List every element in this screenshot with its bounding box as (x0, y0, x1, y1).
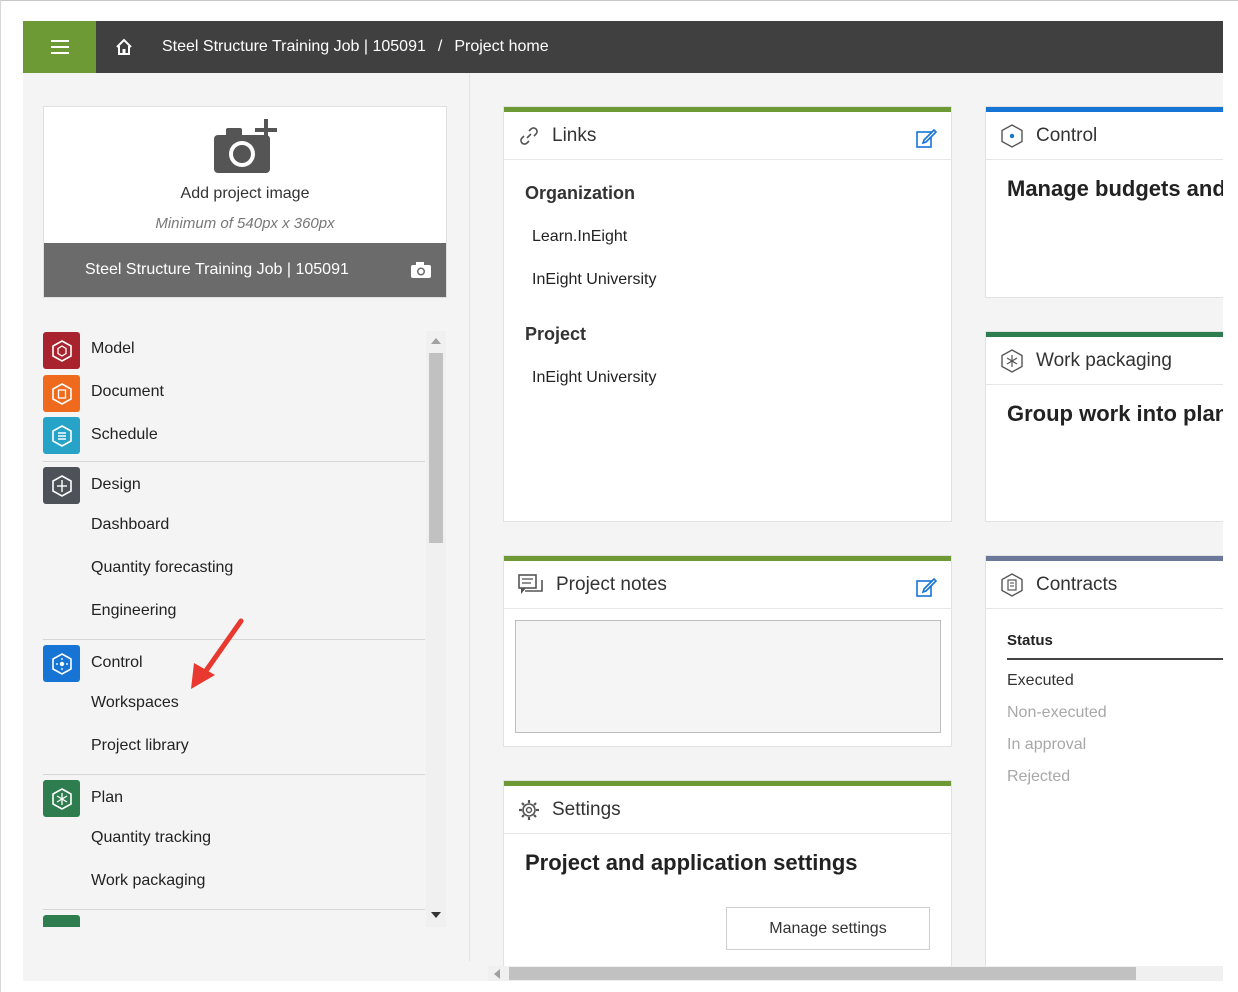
nav-project-library[interactable]: Project library (91, 737, 189, 755)
control-heading: Manage budgets and (1007, 176, 1223, 201)
link-icon (520, 126, 538, 145)
project-notes-card-header: Project notes (504, 561, 951, 609)
horizontal-scrollbar[interactable] (488, 966, 1223, 981)
work-packaging-icon (1001, 348, 1023, 373)
home-icon (116, 38, 132, 55)
annotation-arrow-icon (191, 618, 244, 689)
links-card-title: Links (552, 124, 597, 146)
nav-quantity-tracking[interactable]: Quantity tracking (91, 829, 211, 847)
plan-icon[interactable] (43, 780, 80, 817)
nav-model[interactable]: Model (91, 340, 135, 358)
document-icon[interactable] (43, 375, 80, 412)
links-card-header: Links (504, 112, 951, 160)
menu-button[interactable] (23, 21, 96, 73)
work-packaging-card-header: Work packaging (986, 337, 1223, 385)
nav-control[interactable]: Control (91, 654, 143, 672)
scroll-up-arrow-icon[interactable] (431, 338, 441, 344)
scroll-left-arrow-icon[interactable] (494, 969, 500, 979)
work-packaging-heading: Group work into plan (1007, 401, 1223, 426)
settings-heading: Project and application settings (525, 850, 858, 875)
home-button[interactable] (96, 21, 152, 73)
gear-icon (519, 799, 539, 820)
horizontal-scrollbar-thumb[interactable] (509, 967, 1136, 980)
model-icon[interactable] (43, 332, 80, 369)
work-packaging-card-title: Work packaging (1036, 349, 1172, 371)
add-camera-icon (214, 119, 277, 173)
control-card-header: Control (986, 112, 1223, 160)
nav-scrollbar[interactable] (426, 331, 446, 927)
min-size-hint: Minimum of 540px x 360px (155, 215, 335, 232)
breadcrumb-separator: / (437, 38, 443, 55)
control-icon[interactable] (43, 645, 80, 682)
nav-divider (43, 461, 425, 462)
nav-workspaces[interactable]: Workspaces (91, 694, 179, 712)
control-card-title: Control (1036, 124, 1098, 146)
job-name: Steel Structure Training Job | 105091 (85, 261, 349, 278)
contracts-icon (1001, 572, 1023, 597)
link-learn-ineight[interactable]: Learn.InEight (532, 228, 627, 246)
breadcrumb-project[interactable]: Steel Structure Training Job | 105091 (162, 38, 426, 56)
work-packaging-card: Work packaging Group work into plan (985, 331, 1223, 522)
project-heading: Project (525, 324, 587, 344)
link-project-ineight-university[interactable]: InEight University (532, 369, 657, 387)
nav-divider (43, 774, 425, 775)
design-icon[interactable] (43, 467, 80, 504)
add-project-image-label: Add project image (180, 185, 310, 202)
nav-design[interactable]: Design (91, 476, 141, 494)
nav-engineering[interactable]: Engineering (91, 602, 176, 620)
status-in-approval[interactable]: In approval (1007, 736, 1086, 754)
next-app-icon[interactable] (43, 915, 80, 927)
edit-icon[interactable] (915, 127, 937, 149)
project-notes-card: Project notes (503, 555, 952, 747)
nav-dashboard[interactable]: Dashboard (91, 516, 169, 534)
project-notes-title: Project notes (556, 573, 667, 595)
camera-icon[interactable] (410, 261, 432, 279)
contracts-card: Contracts Status Executed Non-executed I… (985, 555, 1223, 981)
hamburger-icon (50, 40, 69, 54)
links-card: Links Organization Learn.InEight InEight… (503, 106, 952, 522)
nav-divider (43, 909, 425, 910)
notes-icon (518, 573, 543, 594)
schedule-icon[interactable] (43, 417, 80, 454)
status-label: Status (1007, 632, 1053, 649)
status-rejected[interactable]: Rejected (1007, 768, 1070, 786)
link-ineight-university[interactable]: InEight University (532, 271, 657, 289)
nav-document[interactable]: Document (91, 383, 164, 401)
nav-work-packaging[interactable]: Work packaging (91, 872, 205, 890)
control-card: Control Manage budgets and (985, 106, 1223, 298)
job-name-bar: Steel Structure Training Job | 105091 (44, 243, 446, 297)
nav-quantity-forecasting[interactable]: Quantity forecasting (91, 559, 233, 577)
nav-schedule[interactable]: Schedule (91, 426, 158, 444)
settings-title: Settings (552, 798, 621, 820)
edit-icon[interactable] (915, 576, 937, 598)
status-non-executed[interactable]: Non-executed (1007, 704, 1107, 722)
contracts-card-header: Contracts (986, 561, 1223, 609)
settings-card: Settings Project and application setting… (503, 780, 952, 980)
app-frame: Steel Structure Training Job | 105091 / … (0, 0, 1238, 992)
status-executed[interactable]: Executed (1007, 672, 1074, 690)
top-bar: Steel Structure Training Job | 105091 / … (23, 21, 1223, 73)
settings-card-header: Settings (504, 786, 951, 834)
left-panel: Add project image Minimum of 540px x 360… (23, 73, 470, 961)
nav-plan[interactable]: Plan (91, 789, 123, 807)
main-content: Add project image Minimum of 540px x 360… (23, 73, 1223, 981)
project-image-card[interactable]: Add project image Minimum of 540px x 360… (43, 106, 447, 298)
control-icon (1001, 123, 1023, 148)
project-notes-box[interactable] (515, 620, 941, 733)
contracts-card-title: Contracts (1036, 573, 1118, 595)
organization-heading: Organization (525, 183, 636, 203)
manage-settings-button[interactable]: Manage settings (726, 907, 930, 950)
nav-scrollbar-thumb[interactable] (429, 353, 443, 543)
breadcrumb-page: Project home (454, 38, 549, 55)
status-divider (1007, 658, 1223, 660)
scroll-down-arrow-icon[interactable] (431, 912, 441, 918)
